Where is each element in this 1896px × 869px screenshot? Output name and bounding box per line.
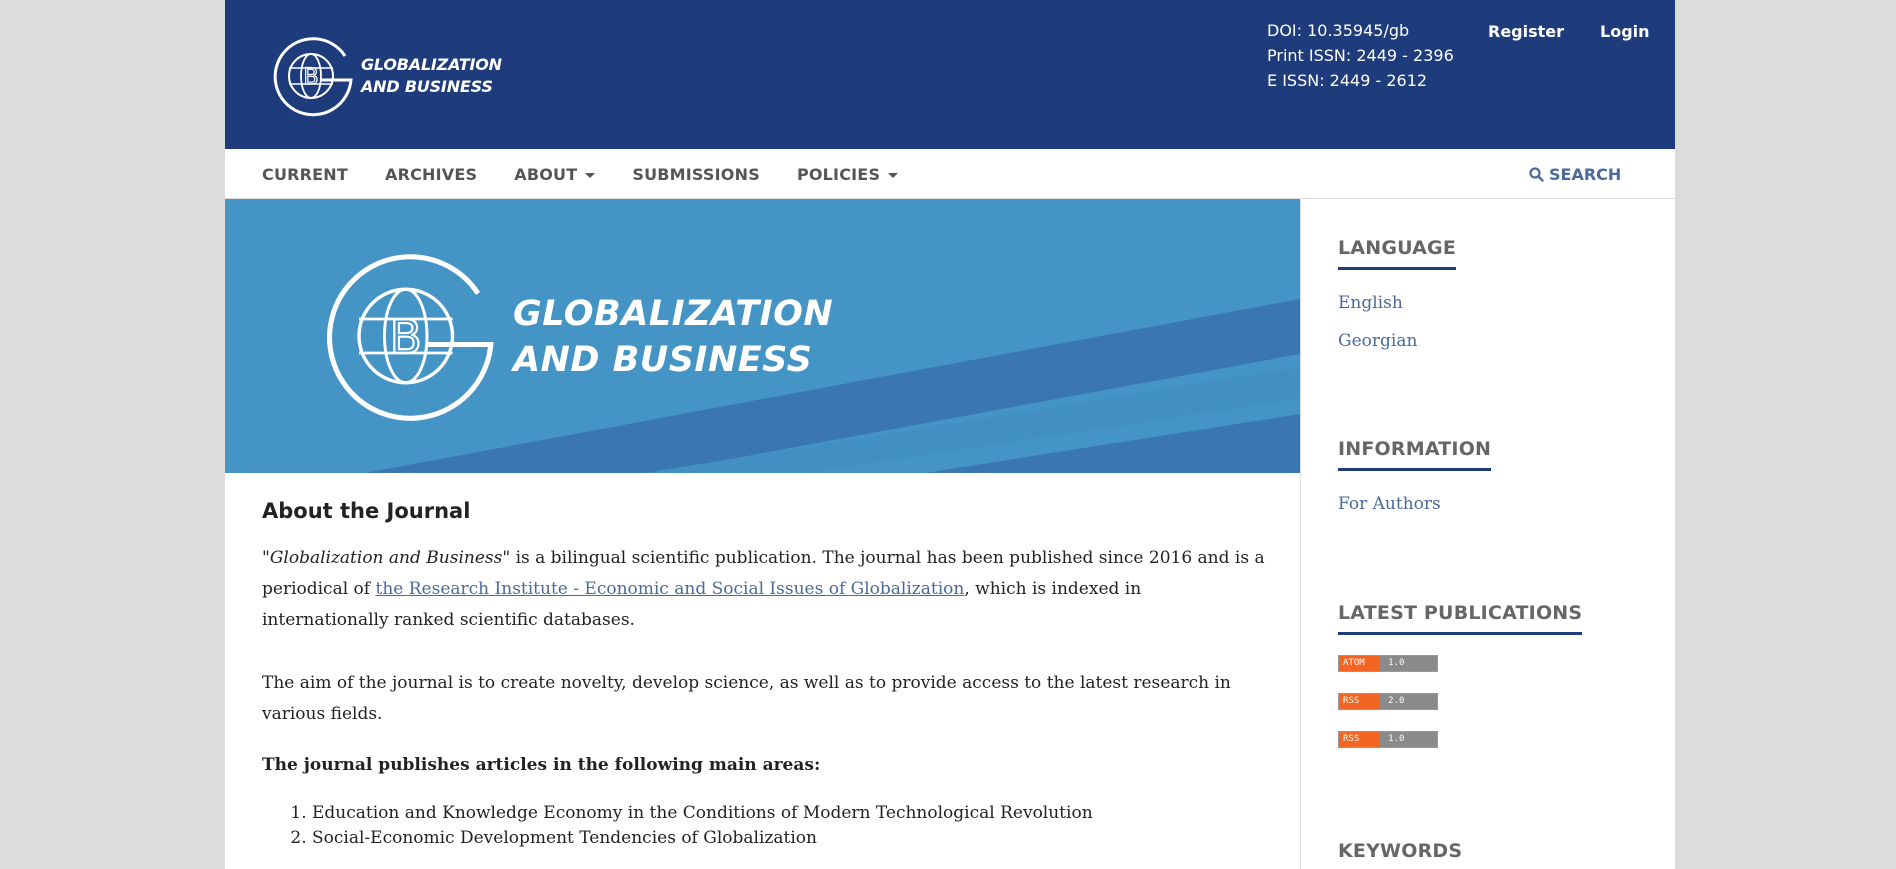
nav-item-policies[interactable]: POLICIES <box>796 164 899 184</box>
logo-line-1: GLOBALIZATION <box>361 55 502 74</box>
information-title: INFORMATION <box>1338 438 1492 471</box>
register-link[interactable]: Register <box>1488 22 1564 41</box>
search-label: SEARCH <box>1549 164 1622 184</box>
areas-heading: The journal publishes articles in the fo… <box>262 755 821 775</box>
search-icon <box>1529 166 1544 182</box>
feed-version: 2.0 <box>1380 694 1437 709</box>
nav-label: POLICIES <box>796 164 881 184</box>
rss2-feed-badge[interactable]: RSS 2.0 <box>1338 693 1438 710</box>
nav-item-submissions[interactable]: SUBMISSIONS <box>632 165 760 184</box>
feed-type: RSS <box>1339 732 1381 747</box>
areas-list: Education and Knowledge Economy in the C… <box>262 801 1272 851</box>
globe-logo-icon: B <box>273 37 353 117</box>
svg-text:B: B <box>390 311 422 365</box>
list-item: Education and Knowledge Economy in the C… <box>312 801 1272 826</box>
logo-text: GLOBALIZATION AND BUSINESS <box>361 54 502 98</box>
latest-publications-title: LATEST PUBLICATIONS <box>1338 602 1583 635</box>
e-issn-text: E ISSN: 2449 - 2612 <box>1267 71 1428 90</box>
nav-item-about[interactable]: ABOUT <box>514 164 596 184</box>
information-block: INFORMATION For Authors <box>1338 438 1492 523</box>
rss1-feed-badge[interactable]: RSS 1.0 <box>1338 731 1438 748</box>
keywords-title: KEYWORDS <box>1338 840 1462 869</box>
about-title: About the Journal <box>262 499 471 523</box>
nav-item-current[interactable]: CURRENT <box>262 165 348 184</box>
language-georgian-link[interactable]: Georgian <box>1338 322 1456 360</box>
user-nav: Register Login <box>1488 22 1650 41</box>
svg-text:B: B <box>303 65 318 90</box>
research-institute-link[interactable]: the Research Institute - Economic and So… <box>376 579 965 599</box>
primary-nav: CURRENT ARCHIVES ABOUT SUBMISSIONS POLIC… <box>225 149 1675 199</box>
language-title: LANGUAGE <box>1338 237 1457 270</box>
about-paragraph-2: The aim of the journal is to create nove… <box>262 673 1231 724</box>
journal-name-italic: "Globalization and Business" <box>262 548 511 568</box>
page: B GLOBALIZATION AND BUSINESS DOI: 10.359… <box>225 0 1675 869</box>
site-header: B GLOBALIZATION AND BUSINESS DOI: 10.359… <box>225 0 1675 149</box>
logo-line-2: AND BUSINESS <box>361 77 493 96</box>
journal-identifiers: DOI: 10.35945/gb Print ISSN: 2449 - 2396… <box>1267 18 1454 93</box>
feed-type: ATOM <box>1339 656 1381 671</box>
about-section: About the Journal "Globalization and Bus… <box>262 499 1272 851</box>
list-item: Social-Economic Development Tendencies o… <box>312 826 1272 851</box>
print-issn-text: Print ISSN: 2449 - 2396 <box>1267 46 1454 65</box>
nav-label: ARCHIVES <box>385 164 478 184</box>
keywords-block: KEYWORDS <box>1338 840 1462 869</box>
atom-feed-badge[interactable]: ATOM 1.0 <box>1338 655 1438 672</box>
nav-label: SUBMISSIONS <box>632 164 760 184</box>
doi-text: DOI: 10.35945/gb <box>1267 21 1410 40</box>
chevron-down-icon <box>888 172 899 178</box>
chevron-down-icon <box>585 172 596 178</box>
for-authors-link[interactable]: For Authors <box>1338 485 1491 523</box>
banner-title: GLOBALIZATION AND BUSINESS <box>513 291 833 383</box>
search-link[interactable]: SEARCH <box>1529 149 1621 199</box>
language-english-link[interactable]: English <box>1338 284 1456 322</box>
feed-version: 1.0 <box>1380 656 1437 671</box>
feed-type: RSS <box>1339 694 1381 709</box>
login-link[interactable]: Login <box>1600 22 1650 41</box>
language-block: LANGUAGE English Georgian <box>1338 237 1457 360</box>
journal-banner: B GLOBALIZATION AND BUSINESS <box>225 199 1300 473</box>
nav-label: CURRENT <box>262 164 349 184</box>
nav-label: ABOUT <box>514 164 578 184</box>
latest-publications-block: LATEST PUBLICATIONS ATOM 1.0 RSS 2.0 RSS 1.… <box>1338 602 1583 769</box>
globe-logo-icon: B <box>327 254 494 421</box>
site-logo[interactable]: B GLOBALIZATION AND BUSINESS <box>273 34 502 118</box>
sidebar: LANGUAGE English Georgian INFORMATION Fo… <box>1300 199 1675 869</box>
banner-line-2: AND BUSINESS <box>513 340 813 380</box>
banner-line-1: GLOBALIZATION <box>513 294 834 334</box>
nav-item-archives[interactable]: ARCHIVES <box>385 165 477 184</box>
about-paragraph-1: "Globalization and Business" is a biling… <box>262 543 1272 636</box>
feed-version: 1.0 <box>1380 732 1437 747</box>
